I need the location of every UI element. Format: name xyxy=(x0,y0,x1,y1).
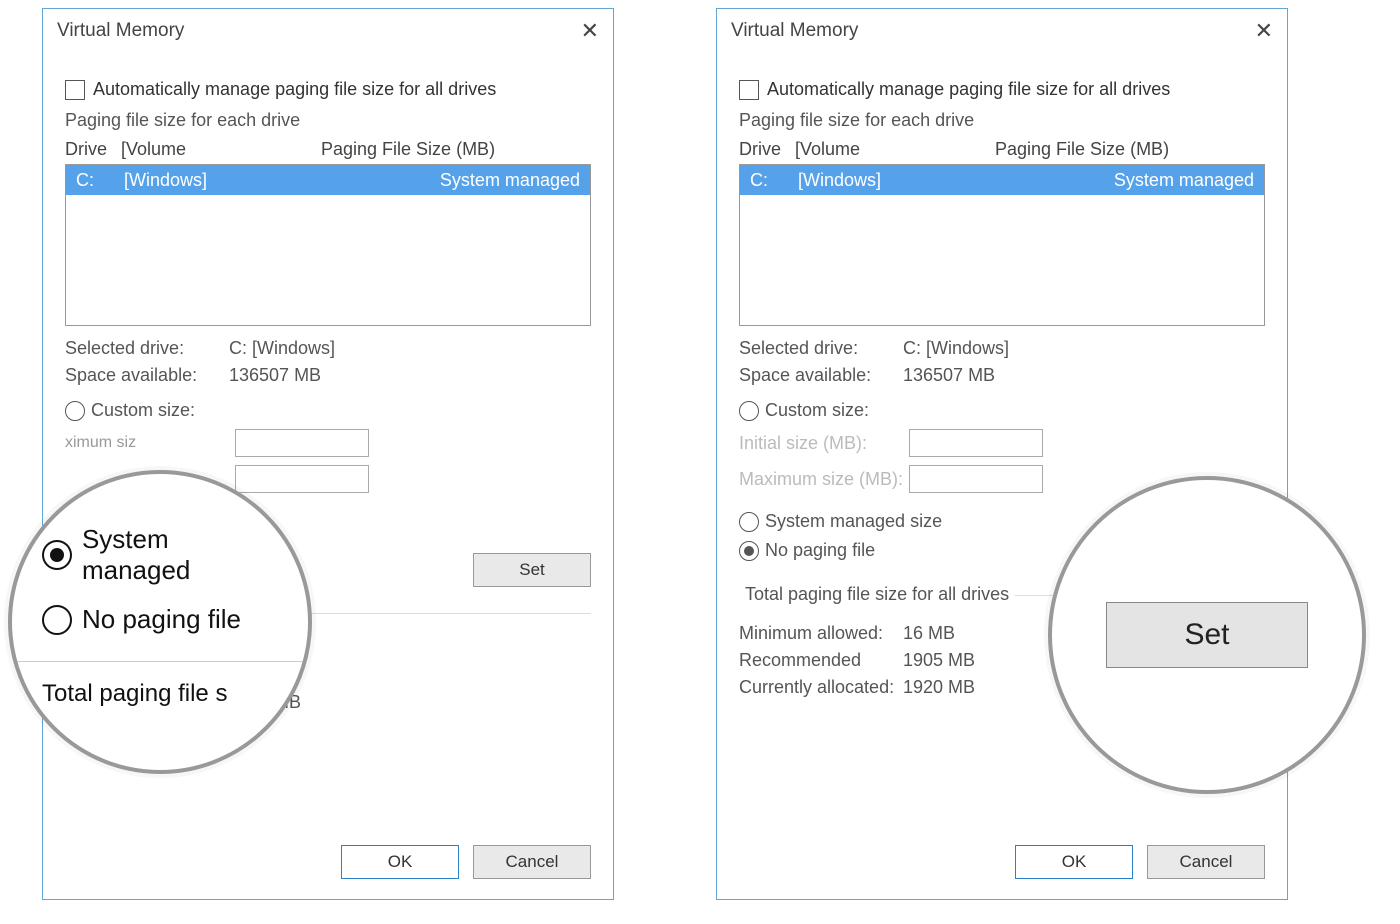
mag-system-managed-label: System managed xyxy=(82,524,284,586)
drive-list-row[interactable]: C: [Windows] System managed xyxy=(740,165,1264,195)
auto-manage-checkbox[interactable] xyxy=(739,80,759,100)
radio-selected-dot-icon xyxy=(744,546,754,556)
close-icon[interactable]: ✕ xyxy=(1255,18,1273,44)
titlebar: Virtual Memory ✕ xyxy=(717,9,1287,53)
set-button[interactable]: Set xyxy=(473,553,591,587)
initial-size-label-partial: ximum siz xyxy=(65,434,235,452)
initial-size-label: Initial size (MB): xyxy=(739,433,909,454)
close-icon[interactable]: ✕ xyxy=(581,18,599,44)
row-size: System managed xyxy=(440,170,580,191)
row-volume: [Windows] xyxy=(798,170,1114,191)
selected-drive-value: C: [Windows] xyxy=(229,338,335,359)
space-available-value: 136507 MB xyxy=(903,365,995,386)
col-drive: Drive xyxy=(739,139,795,160)
selected-drive-label: Selected drive: xyxy=(739,338,903,359)
drive-listbox[interactable]: C: [Windows] System managed xyxy=(739,164,1265,326)
window-title: Virtual Memory xyxy=(731,20,858,42)
auto-manage-checkbox[interactable] xyxy=(65,80,85,100)
row-drive: C: xyxy=(750,170,798,191)
custom-size-label: Custom size: xyxy=(91,400,195,421)
auto-manage-label: Automatically manage paging file size fo… xyxy=(93,79,496,100)
auto-manage-label: Automatically manage paging file size fo… xyxy=(767,79,1170,100)
drive-list-row[interactable]: C: [Windows] System managed xyxy=(66,165,590,195)
recommended-value: 1905 MB xyxy=(903,650,975,671)
col-size: Paging File Size (MB) xyxy=(321,139,495,160)
window-title: Virtual Memory xyxy=(57,20,184,42)
space-available-value: 136507 MB xyxy=(229,365,321,386)
drive-listbox[interactable]: C: [Windows] System managed xyxy=(65,164,591,326)
custom-size-label: Custom size: xyxy=(765,400,869,421)
custom-size-radio[interactable] xyxy=(739,401,759,421)
minimum-allowed-value: 16 MB xyxy=(903,623,955,644)
mag-totals-label-partial: Total paging file s xyxy=(42,680,284,708)
maximum-size-label: Maximum size (MB): xyxy=(739,469,909,490)
recommended-label: Recommended xyxy=(739,650,903,671)
drive-list-headers: Drive [Volume Paging File Size (MB) xyxy=(65,139,591,160)
drive-list-headers: Drive [Volume Paging File Size (MB) xyxy=(739,139,1265,160)
ok-button[interactable]: OK xyxy=(1015,845,1133,879)
maximum-size-input[interactable] xyxy=(235,465,369,493)
radio-selected-dot-icon xyxy=(50,548,64,562)
no-paging-label: No paging file xyxy=(765,540,875,561)
initial-size-input[interactable] xyxy=(235,429,369,457)
currently-allocated-label: Currently allocated: xyxy=(739,677,903,698)
row-volume: [Windows] xyxy=(124,170,440,191)
minimum-allowed-label: Minimum allowed: xyxy=(739,623,903,644)
initial-size-input[interactable] xyxy=(909,429,1043,457)
mag-no-paging-radio[interactable]: No paging file xyxy=(42,604,284,635)
selected-drive-value: C: [Windows] xyxy=(903,338,1009,359)
system-managed-radio[interactable] xyxy=(739,512,759,532)
no-paging-radio[interactable] xyxy=(739,541,759,561)
magnifier-left: System managed No paging file Total pagi… xyxy=(8,470,312,774)
col-size: Paging File Size (MB) xyxy=(995,139,1169,160)
currently-allocated-value: 1920 MB xyxy=(903,677,975,698)
system-managed-label: System managed size xyxy=(765,511,942,532)
col-drive: Drive xyxy=(65,139,121,160)
totals-group-label: Total paging file size for all drives xyxy=(739,584,1015,605)
mag-set-button[interactable]: Set xyxy=(1106,602,1308,668)
mag-no-paging-label: No paging file xyxy=(82,604,241,635)
cancel-button[interactable]: Cancel xyxy=(1147,845,1265,879)
ok-button[interactable]: OK xyxy=(341,845,459,879)
row-size: System managed xyxy=(1114,170,1254,191)
magnifier-right: Set xyxy=(1048,476,1366,794)
titlebar: Virtual Memory ✕ xyxy=(43,9,613,53)
space-available-label: Space available: xyxy=(65,365,229,386)
per-drive-group-label: Paging file size for each drive xyxy=(739,110,1265,131)
selected-drive-label: Selected drive: xyxy=(65,338,229,359)
col-volume: [Volume xyxy=(121,139,321,160)
space-available-label: Space available: xyxy=(739,365,903,386)
row-drive: C: xyxy=(76,170,124,191)
per-drive-group-label: Paging file size for each drive xyxy=(65,110,591,131)
custom-size-radio[interactable] xyxy=(65,401,85,421)
mag-system-managed-radio[interactable]: System managed xyxy=(42,524,284,586)
cancel-button[interactable]: Cancel xyxy=(473,845,591,879)
maximum-size-input[interactable] xyxy=(909,465,1043,493)
col-volume: [Volume xyxy=(795,139,995,160)
